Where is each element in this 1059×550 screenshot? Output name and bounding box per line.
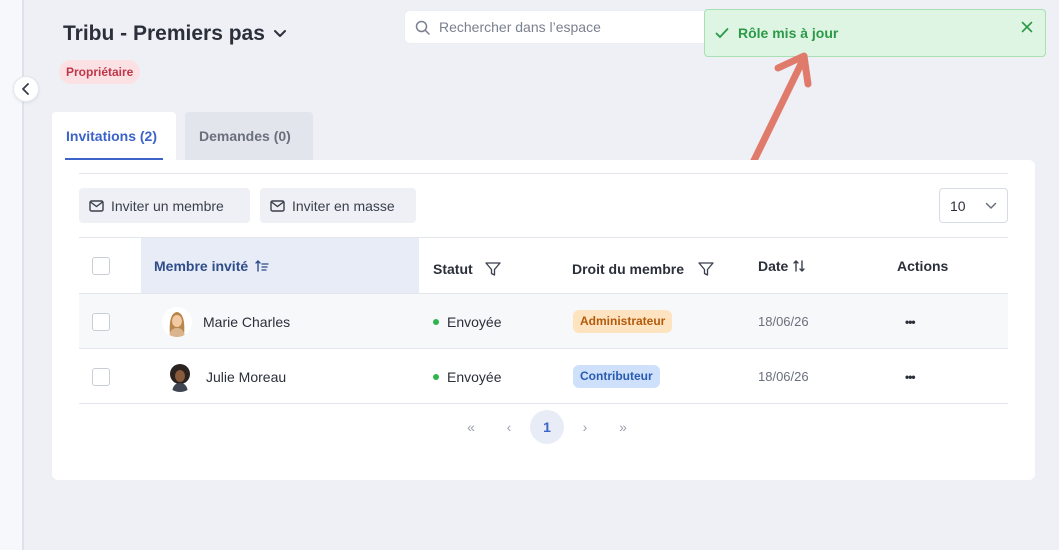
column-header-status-label: Statut: [433, 260, 473, 277]
status-dot: [433, 318, 439, 325]
tab-demandes[interactable]: Demandes (0): [185, 112, 313, 160]
prev-page-button[interactable]: ‹: [490, 410, 528, 444]
member-cell: Julie Moreau: [165, 349, 286, 404]
filter-icon[interactable]: [484, 261, 502, 277]
date-text: 18/06/26: [758, 314, 809, 329]
role-cell: Contributeur: [573, 349, 660, 404]
date-cell: 18/06/26: [758, 349, 809, 404]
mail-icon: [89, 199, 104, 212]
select-all-checkbox[interactable]: [92, 257, 110, 275]
table-header: Membre invité Statut Droit du membre Dat…: [79, 237, 1008, 294]
column-header-status[interactable]: Statut: [433, 241, 502, 296]
bulk-invite-label: Inviter en masse: [292, 197, 395, 214]
space-title-text: Tribu - Premiers pas: [63, 22, 265, 45]
member-name: Julie Moreau: [206, 368, 287, 385]
tab-bar: Invitations (2) Demandes (0): [52, 112, 313, 160]
column-header-role[interactable]: Droit du membre: [572, 241, 715, 296]
table-row[interactable]: Marie Charles Envoyée Administrateur 18/…: [79, 294, 1008, 349]
more-actions-button[interactable]: •••: [905, 349, 916, 404]
column-header-member[interactable]: Membre invité: [141, 238, 419, 293]
current-page-button[interactable]: 1: [530, 410, 564, 444]
search-input[interactable]: [439, 19, 699, 35]
invite-member-label: Inviter un membre: [111, 197, 224, 214]
last-page-button[interactable]: »: [604, 410, 642, 444]
space-title[interactable]: Tribu - Premiers pas: [63, 22, 287, 46]
column-header-date[interactable]: Date: [758, 238, 806, 293]
toast-message: Rôle mis à jour: [738, 25, 839, 41]
toast-close-button[interactable]: [1018, 18, 1036, 36]
column-header-role-label: Droit du membre: [572, 260, 685, 277]
divider: [79, 173, 1008, 174]
row-checkbox[interactable]: [92, 368, 110, 386]
status-cell: Envoyée: [433, 294, 501, 349]
invite-member-button[interactable]: Inviter un membre: [79, 188, 250, 223]
table-row[interactable]: Julie Moreau Envoyée Contributeur 18/06/…: [79, 349, 1008, 404]
collapse-sidebar-button[interactable]: [13, 76, 39, 102]
role-badge: Propriétaire: [59, 60, 141, 84]
status-text: Envoyée: [447, 368, 502, 385]
close-icon: [1021, 21, 1033, 33]
chevron-down-icon: [985, 202, 997, 209]
more-actions-button[interactable]: •••: [905, 294, 916, 349]
tab-invitations[interactable]: Invitations (2): [52, 112, 176, 160]
sort-ascending-icon[interactable]: [255, 259, 269, 273]
sort-icon[interactable]: [792, 259, 806, 273]
first-page-button[interactable]: «: [452, 410, 490, 444]
filter-icon[interactable]: [697, 261, 715, 277]
mail-icon: [270, 199, 285, 212]
member-cell: Marie Charles: [162, 294, 290, 349]
member-name: Marie Charles: [203, 313, 291, 330]
page-size-select[interactable]: 10: [939, 188, 1008, 223]
status-dot: [433, 373, 439, 380]
status-cell: Envoyée: [433, 349, 501, 404]
invitations-panel: Inviter un membre Inviter en masse 10 Me…: [52, 160, 1035, 480]
pagination: « ‹ 1 › »: [452, 410, 642, 444]
date-text: 18/06/26: [758, 369, 809, 384]
status-text: Envoyée: [447, 313, 502, 330]
column-header-actions: Actions: [897, 257, 949, 274]
next-page-button[interactable]: ›: [566, 410, 604, 444]
chevron-down-icon: [273, 30, 286, 37]
search-icon: [415, 20, 430, 35]
date-cell: 18/06/26: [758, 294, 809, 349]
role-badge-contributor[interactable]: Contributeur: [573, 365, 660, 388]
role-cell: Administrateur: [573, 294, 673, 349]
avatar: [162, 306, 192, 337]
chevron-left-icon: [22, 83, 29, 95]
search-bar[interactable]: [404, 10, 734, 44]
page-size-value: 10: [950, 197, 966, 214]
check-icon: [715, 28, 729, 38]
column-header-date-label: Date: [758, 257, 789, 274]
row-checkbox[interactable]: [92, 313, 110, 331]
role-badge-admin[interactable]: Administrateur: [573, 310, 673, 333]
bulk-invite-button[interactable]: Inviter en masse: [260, 188, 416, 223]
avatar: [165, 361, 195, 392]
column-header-member-label: Membre invité: [154, 257, 249, 274]
